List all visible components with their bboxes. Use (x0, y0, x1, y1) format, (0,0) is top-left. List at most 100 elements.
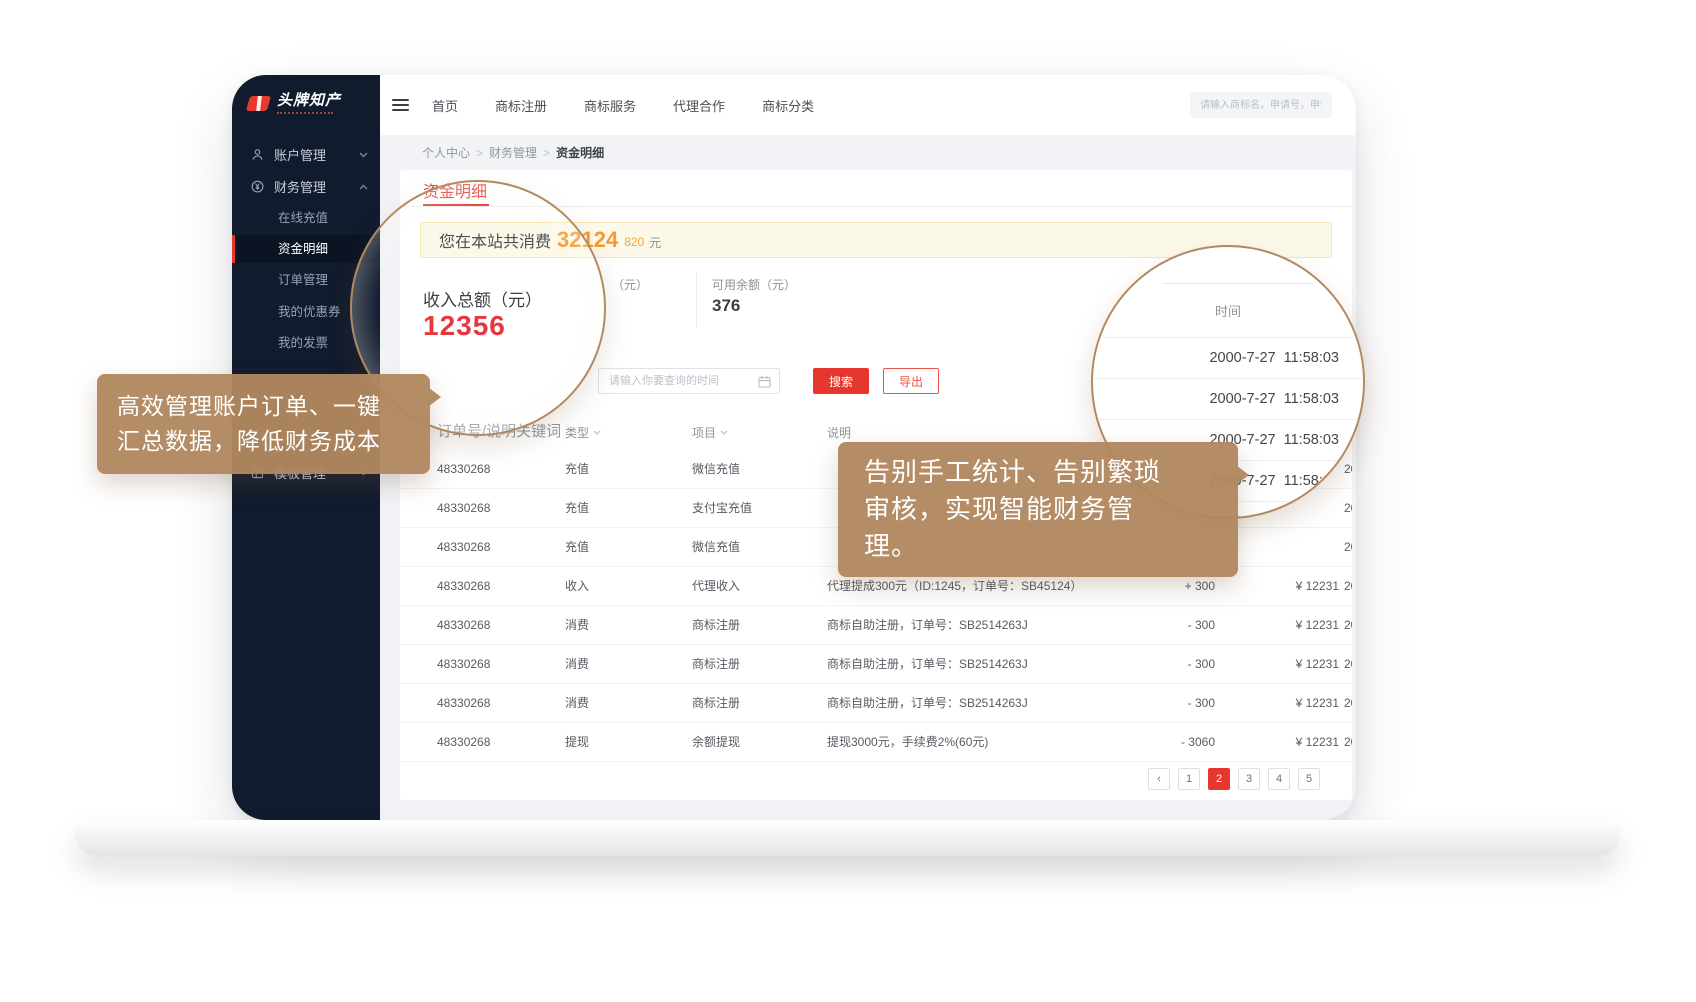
stat-divider (696, 272, 697, 328)
cell-order: 48330268 (437, 450, 490, 488)
cell-type: 充值 (565, 450, 589, 488)
column-header-order: 订单号/说明关键词 (437, 420, 561, 441)
callout-left: 高效管理账户订单、一键汇总数据，降低财务成本 (97, 374, 430, 474)
pagination-page-3[interactable]: 3 (1238, 768, 1260, 790)
sidebar-item-label: 财务管理 (274, 177, 326, 196)
cell-order: 48330268 (437, 684, 490, 722)
cell-type: 提现 (565, 723, 589, 761)
breadcrumb-item[interactable]: 财务管理 (489, 146, 537, 160)
cell-time: 2000-7-27 11:58:03 (1344, 528, 1352, 566)
notice-prefix: 您在本站共消费 (439, 228, 551, 252)
nav-item-2[interactable]: 商标注册 (495, 96, 547, 115)
cell-type: 充值 (565, 489, 589, 527)
nav-item-5[interactable]: 商标分类 (762, 96, 814, 115)
breadcrumb-item: 资金明细 (556, 146, 604, 160)
sidebar-subitem-3[interactable]: 订单管理 (232, 266, 380, 294)
callout-line: 告别手工统计、告别繁琐 (864, 454, 1212, 491)
cell-time: 2000-7-27 11:58:03 (1344, 606, 1352, 644)
table-row: 48330268消费商标注册商标自助注册，订单号：SB2514263J- 300… (400, 606, 1352, 645)
cell-balance: ¥ 12231 (1296, 606, 1339, 644)
breadcrumb-separator: > (476, 146, 483, 160)
cell-project: 余额提现 (692, 723, 740, 761)
sidebar-subitem-2[interactable]: 资金明细 (232, 235, 380, 263)
cell-amount: - 3060 (1181, 723, 1215, 761)
cell-type: 消费 (565, 606, 589, 644)
nav-item-3[interactable]: 商标服务 (584, 96, 636, 115)
sidebar-subitem-4[interactable]: 我的优惠券 (232, 298, 380, 326)
column-header-type[interactable]: 类型 (565, 424, 601, 441)
cell-desc: 商标自助注册，订单号：SB2514263J (827, 606, 1028, 644)
cell-order: 48330268 (437, 645, 490, 683)
sidebar-item-account[interactable]: 账户管理 (232, 139, 380, 170)
nav-item-4[interactable]: 代理合作 (673, 96, 725, 115)
callout-line: 理。 (864, 528, 1212, 565)
pagination-page-5[interactable]: 5 (1298, 768, 1320, 790)
cell-amount: - 300 (1188, 645, 1215, 683)
calendar-icon[interactable] (758, 375, 771, 388)
nav-item-1[interactable]: 首页 (432, 96, 458, 115)
cell-balance: ¥ 12231 (1296, 684, 1339, 722)
callout-arrow (1237, 466, 1249, 484)
table-row: 48330268提现余额提现提现3000元，手续费2%(60元)- 3060¥ … (400, 723, 1352, 762)
hamburger-icon[interactable] (392, 99, 409, 114)
search-input[interactable] (1190, 92, 1332, 118)
pagination-prev-button[interactable]: ‹ (1148, 768, 1170, 790)
export-button[interactable]: 导出 (883, 368, 939, 394)
brand-name: 头牌知产 (277, 93, 341, 108)
stat-balance-label: 可用余额（元） (712, 276, 796, 293)
callout-arrow (429, 388, 441, 406)
cell-amount: - 300 (1188, 606, 1215, 644)
cell-balance: ¥ 12231 (1296, 567, 1339, 605)
pagination-page-4[interactable]: 4 (1268, 768, 1290, 790)
laptop-base (75, 820, 1620, 856)
chevron-down-icon (359, 152, 368, 158)
lens-time-row: 2000-7-27 11:58:03 (1093, 378, 1363, 419)
cell-project: 微信充值 (692, 450, 740, 488)
cell-desc: 提现3000元，手续费2%(60元) (827, 723, 988, 761)
brand: 头牌知产 (248, 93, 341, 114)
date-filter (598, 368, 780, 394)
cell-order: 48330268 (437, 528, 490, 566)
cell-balance: ¥ 12231 (1296, 723, 1339, 761)
breadcrumb-item[interactable]: 个人中心 (422, 146, 470, 160)
column-header-desc: 说明 (827, 424, 851, 441)
cell-desc: 商标自助注册，订单号：SB2514263J (827, 684, 1028, 722)
top-header: 首页 商标注册 商标服务 代理合作 商标分类 (380, 75, 1356, 135)
cell-time: 2000-7-27 11:58:03 (1344, 723, 1352, 761)
cell-time: 2000-7-27 11:58:03 (1344, 645, 1352, 683)
date-input[interactable] (599, 369, 759, 393)
pagination-page-1[interactable]: 1 (1178, 768, 1200, 790)
breadcrumb: 个人中心 > 财务管理 > 资金明细 (422, 144, 604, 161)
stage: 头牌知产 账户管理 财务管理 (0, 0, 1696, 1002)
cell-project: 商标注册 (692, 684, 740, 722)
sidebar-item-label: 账户管理 (274, 145, 326, 164)
table-row: 48330268消费商标注册商标自助注册，订单号：SB2514263J- 300… (400, 645, 1352, 684)
cell-time: 2000-7-27 11:58:03 (1344, 684, 1352, 722)
breadcrumb-separator: > (543, 146, 550, 160)
lens-table-topline (1163, 283, 1313, 284)
sidebar-subitem-5[interactable]: 我的发票 (232, 329, 380, 357)
cell-order: 48330268 (437, 489, 490, 527)
cell-project: 商标注册 (692, 645, 740, 683)
sidebar-subitem-1[interactable]: 在线充值 (232, 204, 380, 232)
notice-amount-fragment: 820 (624, 235, 644, 249)
cell-order: 48330268 (437, 567, 490, 605)
cell-desc: 商标自助注册，订单号：SB2514263J (827, 645, 1028, 683)
cell-project: 微信充值 (692, 528, 740, 566)
user-icon (250, 147, 265, 162)
sort-caret-icon (593, 430, 601, 435)
pagination: ‹ 12345 (1148, 768, 1320, 790)
callout-line: 汇总数据，降低财务成本 (117, 424, 410, 459)
pagination-page-2[interactable]: 2 (1208, 768, 1230, 790)
sidebar-item-finance[interactable]: 财务管理 (232, 171, 380, 202)
search-button[interactable]: 搜索 (813, 368, 869, 394)
tab-active-underline (423, 204, 489, 206)
cell-order: 48330268 (437, 606, 490, 644)
tab-bar: 资金明细 (400, 170, 1352, 207)
lens-time-row: 2000-7-27 11:58:03 (1093, 337, 1363, 378)
notice-unit: 元 (649, 234, 661, 251)
coin-icon (250, 179, 265, 194)
column-header-project[interactable]: 项目 (692, 424, 728, 441)
tab-funds-detail[interactable]: 资金明细 (423, 178, 487, 202)
brand-logo-icon (246, 96, 271, 111)
